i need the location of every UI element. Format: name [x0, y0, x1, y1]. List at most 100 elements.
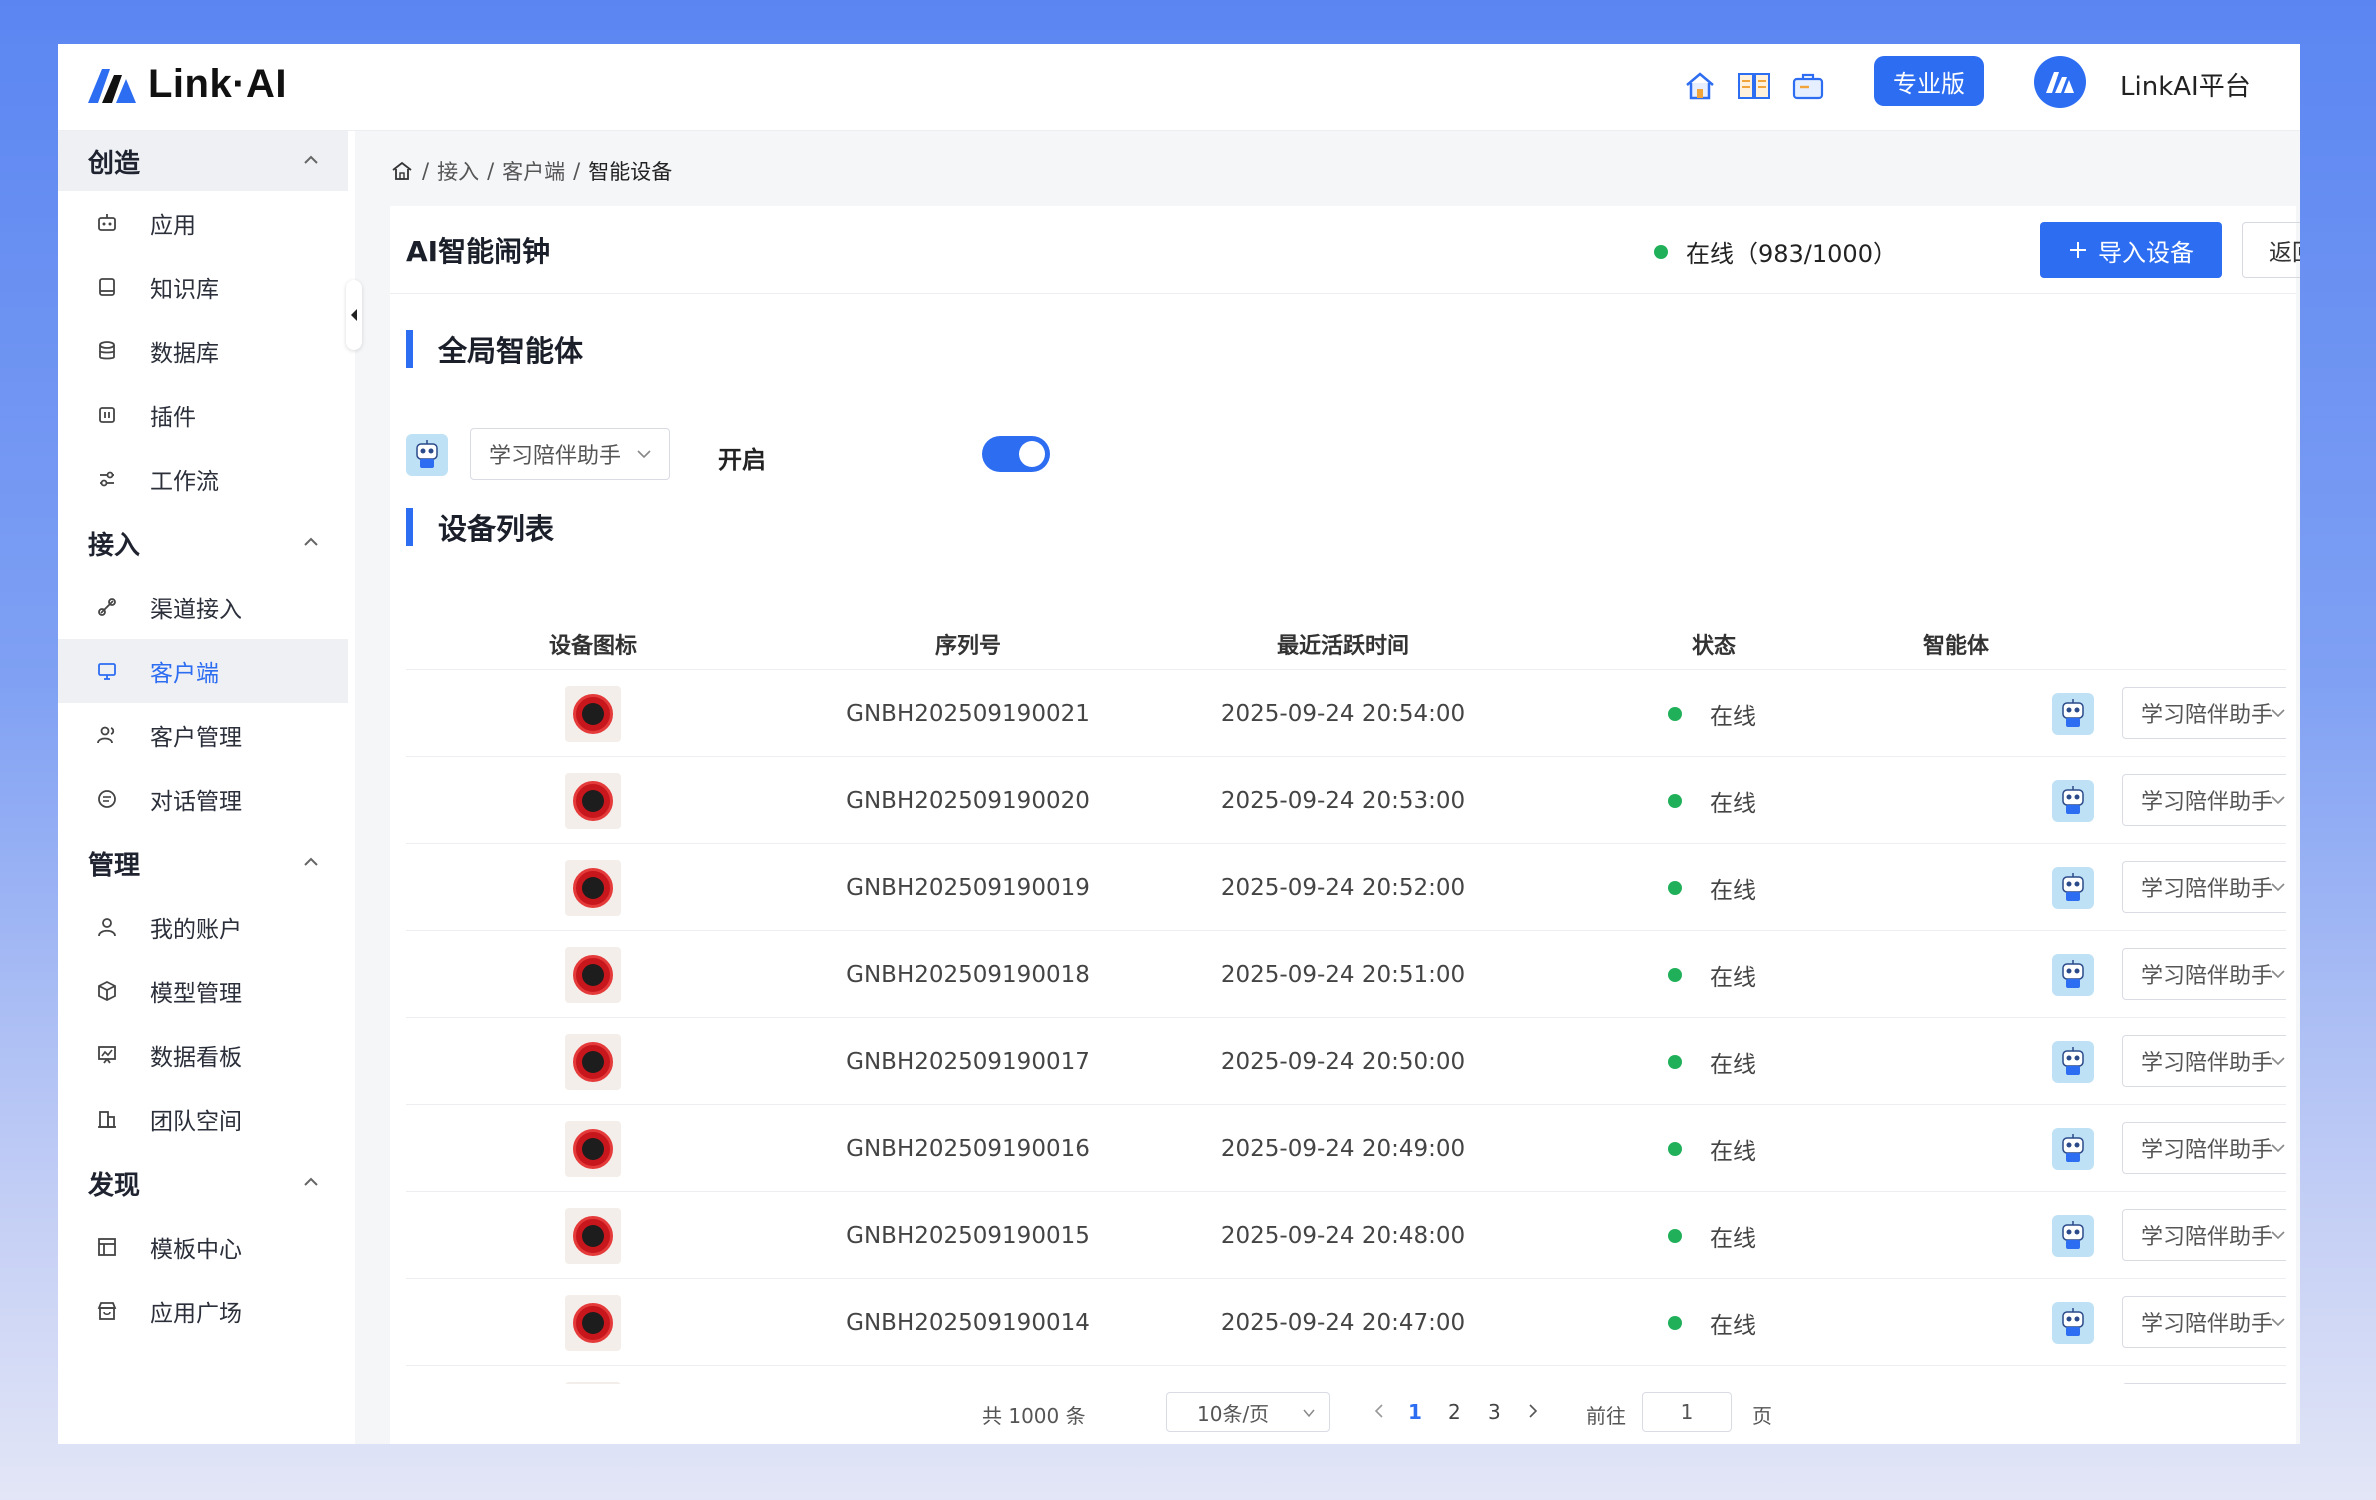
pro-edition-button[interactable]: 专业版 — [1874, 56, 1984, 106]
docs-book-icon[interactable] — [1734, 66, 1774, 106]
sidebar-section-manage[interactable]: 管理 — [58, 833, 348, 893]
serial-number: GNBH202509190016 — [846, 1135, 1090, 1162]
sidebar-item-label: 工作流 — [150, 469, 219, 495]
select-value: 学习陪伴助手 — [489, 444, 622, 469]
chevron-down-icon — [2271, 709, 2285, 718]
workflow-icon — [94, 466, 120, 492]
users-icon — [94, 722, 120, 748]
column-header: 最近活跃时间 — [1276, 634, 1410, 659]
serial-number: GNBH202509190015 — [846, 1222, 1090, 1249]
book-icon — [94, 274, 120, 300]
select-value: 学习陪伴助手 — [2141, 1225, 2274, 1250]
page-size-select[interactable]: 10条/页 — [1166, 1392, 1330, 1432]
import-device-button[interactable]: 导入设备 — [2040, 222, 2222, 278]
status-text: 在线 — [1710, 703, 1756, 730]
sidebar-section-create[interactable]: 创造 — [58, 131, 348, 191]
sidebar-item-database[interactable]: 数据库 — [58, 319, 348, 383]
plugin-icon — [94, 402, 120, 428]
page-number[interactable]: 2 — [1448, 1400, 1461, 1424]
sidebar-section-discover[interactable]: 发现 — [58, 1153, 348, 1213]
table-row: GNBH202509190017 2025-09-24 20:50:00 在线 学习陪… — [406, 1018, 2286, 1105]
sidebar-item-templates[interactable]: 模板中心 — [58, 1215, 348, 1279]
agent-select[interactable]: 学习陪伴助手 — [2122, 948, 2286, 1000]
sidebar-item-account[interactable]: 我的账户 — [58, 895, 348, 959]
agent-select[interactable]: 学习陪伴助手 — [2122, 774, 2286, 826]
sidebar-section-access[interactable]: 接入 — [58, 513, 348, 573]
chevron-up-icon — [304, 857, 318, 866]
sidebar-item-apps[interactable]: 应用 — [58, 191, 348, 255]
sidebar-item-models[interactable]: 模型管理 — [58, 959, 348, 1023]
agent-select[interactable]: 学习陪伴助手 — [2122, 1035, 2286, 1087]
breadcrumb-link[interactable]: 客户端 — [502, 156, 565, 186]
last-active-time: 2025-09-24 20:48:00 — [1220, 1222, 1466, 1249]
alarm-clock-device-image — [565, 1294, 621, 1351]
status-cell: 在线 — [1668, 670, 1756, 757]
table-row: GNBH202509190020 2025-09-24 20:53:00 在线 学习陪… — [406, 757, 2286, 844]
chevron-down-icon — [637, 450, 651, 459]
sidebar-item-label: 对话管理 — [150, 789, 242, 815]
status-cell: 在线 — [1668, 1192, 1756, 1279]
sidebar-item-dashboard[interactable]: 数据看板 — [58, 1023, 348, 1087]
agent-avatar-cell — [2052, 1279, 2094, 1366]
alarm-clock-device-image — [565, 1033, 621, 1090]
home-icon[interactable] — [390, 159, 414, 183]
briefcase-icon[interactable] — [1788, 66, 1828, 106]
chevron-down-icon — [2271, 1057, 2285, 1066]
agent-select[interactable]: 学习陪伴助手 — [2122, 1209, 2286, 1261]
sidebar-item-team[interactable]: 团队空间 — [58, 1087, 348, 1151]
last-active-time: 2025-09-24 20:50:00 — [1220, 1048, 1466, 1075]
user-avatar[interactable] — [2034, 56, 2086, 108]
home-icon[interactable] — [1680, 66, 1720, 106]
status-dot — [1668, 1141, 1682, 1156]
sidebar-item-plugins[interactable]: 插件 — [58, 383, 348, 447]
goto-page-input[interactable]: 1 — [1642, 1392, 1732, 1432]
online-count: （983/1000） — [1734, 240, 1897, 268]
page-number[interactable]: 1 — [1408, 1400, 1422, 1424]
column-header: 设备图标 — [548, 634, 638, 659]
sidebar-item-client[interactable]: 客户端 — [58, 639, 348, 703]
sidebar-item-workflow[interactable]: 工作流 — [58, 447, 348, 511]
alarm-clock-device-image — [565, 946, 621, 1003]
status-text: 在线 — [1710, 790, 1756, 817]
column-header: 序列号 — [934, 634, 1002, 659]
agent-select[interactable]: 学习陪伴助手 — [2122, 1296, 2286, 1348]
agent-select[interactable]: 学习陪伴助手 — [2122, 861, 2286, 913]
status-text: 在线 — [1710, 877, 1756, 904]
alarm-clock-device-image — [565, 685, 621, 742]
monitor-icon — [94, 658, 120, 684]
sidebar-item-marketplace[interactable]: 应用广场 — [58, 1279, 348, 1343]
robot-icon — [94, 210, 120, 236]
sidebar-collapse-handle[interactable] — [346, 280, 362, 350]
breadcrumb: / 接入 / 客户端 / 智能设备 — [390, 156, 672, 186]
back-button[interactable]: 返回 — [2242, 222, 2300, 278]
logo-text: Link·AI — [148, 62, 288, 106]
global-agent-select[interactable]: 学习陪伴助手 — [470, 428, 670, 480]
online-label: 在线 — [1686, 240, 1734, 268]
sidebar-item-knowledge[interactable]: 知识库 — [58, 255, 348, 319]
section-title: 管理 — [88, 850, 141, 881]
page-title: AI智能闹钟 — [406, 235, 551, 268]
device-icon-cell — [565, 1279, 621, 1366]
card-header: AI智能闹钟 在线 （983/1000） 导入设备 返回 — [390, 206, 2300, 294]
sidebar-item-channels[interactable]: 渠道接入 — [58, 575, 348, 639]
table-row: GNBH202509190016 2025-09-24 20:49:00 在线 学习陪… — [406, 1105, 2286, 1192]
next-page-icon[interactable] — [1526, 1402, 1540, 1420]
agent-select[interactable]: 学习陪伴助手 — [2122, 1122, 2286, 1174]
agent-select[interactable]: 学习陪伴助手 — [2122, 687, 2286, 739]
chevron-up-icon — [304, 1177, 318, 1186]
global-agent-toggle[interactable] — [982, 436, 1050, 472]
table-header: 设备图标 序列号 最近活跃时间 状态 智能体 — [406, 614, 2286, 670]
sidebar-item-customers[interactable]: 客户管理 — [58, 703, 348, 767]
logo[interactable]: Link·AI — [86, 62, 287, 107]
page-number[interactable]: 3 — [1488, 1400, 1501, 1424]
column-header: 智能体 — [1922, 634, 1990, 659]
breadcrumb-current: 智能设备 — [588, 160, 673, 184]
last-active-time: 2025-09-24 20:53:00 — [1220, 787, 1466, 814]
user-icon — [94, 914, 120, 940]
device-icon-cell — [565, 931, 621, 1018]
breadcrumb-link[interactable]: 接入 — [437, 156, 479, 186]
prev-page-icon[interactable] — [1372, 1402, 1386, 1420]
platform-name[interactable]: LinkAI平台 — [2120, 66, 2251, 103]
chevron-down-icon — [2271, 970, 2285, 979]
sidebar-item-conversations[interactable]: 对话管理 — [58, 767, 348, 831]
